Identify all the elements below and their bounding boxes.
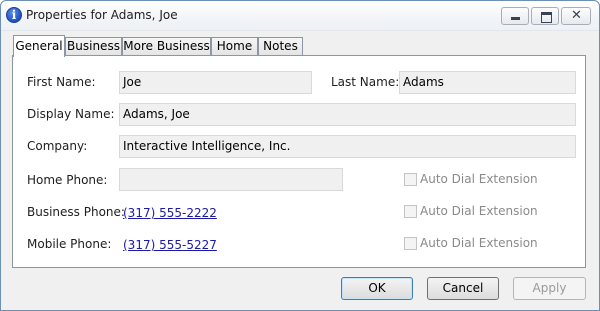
tab-more-business[interactable]: More Business: [122, 37, 211, 56]
first-name-field[interactable]: Joe: [119, 71, 312, 94]
properties-dialog: i Properties for Adams, Joe ✕ General Bu…: [0, 0, 600, 311]
minimize-button[interactable]: [501, 7, 529, 25]
title-bar: i Properties for Adams, Joe ✕: [1, 1, 599, 31]
maximize-button[interactable]: [531, 7, 559, 25]
last-name-label: Last Name:: [331, 75, 400, 89]
last-name-field[interactable]: Adams: [399, 71, 576, 94]
mobile-auto-dial-label: Auto Dial Extension: [420, 236, 538, 250]
business-phone-label: Business Phone:: [27, 205, 125, 219]
ok-button[interactable]: OK: [341, 277, 413, 300]
tab-business[interactable]: Business: [65, 37, 122, 56]
home-phone-label: Home Phone:: [27, 173, 108, 187]
cancel-button[interactable]: Cancel: [427, 277, 499, 300]
display-name-label: Display Name:: [27, 107, 115, 121]
general-panel: First Name: Joe Last Name: Adams Display…: [12, 55, 586, 268]
home-auto-dial-label: Auto Dial Extension: [420, 172, 538, 186]
apply-button[interactable]: Apply: [513, 277, 586, 300]
home-auto-dial-checkbox[interactable]: [404, 173, 417, 186]
business-auto-dial-label: Auto Dial Extension: [420, 204, 538, 218]
close-icon: ✕: [571, 8, 582, 23]
mobile-auto-dial-checkbox[interactable]: [404, 237, 417, 250]
window-title: Properties for Adams, Joe: [26, 8, 178, 22]
business-auto-dial-checkbox[interactable]: [404, 205, 417, 218]
home-phone-field[interactable]: [119, 168, 343, 191]
company-label: Company:: [27, 139, 88, 153]
tab-home[interactable]: Home: [211, 37, 258, 56]
display-name-field[interactable]: Adams, Joe: [119, 103, 576, 126]
info-icon: i: [6, 7, 22, 23]
mobile-phone-link[interactable]: (317) 555-5227: [123, 238, 217, 252]
mobile-phone-label: Mobile Phone:: [27, 237, 112, 251]
tab-notes[interactable]: Notes: [258, 37, 303, 56]
company-field[interactable]: Interactive Intelligence, Inc.: [119, 135, 576, 158]
business-phone-link[interactable]: (317) 555-2222: [123, 206, 217, 220]
tab-general[interactable]: General: [13, 35, 65, 57]
first-name-label: First Name:: [27, 75, 96, 89]
close-button[interactable]: ✕: [561, 7, 591, 25]
